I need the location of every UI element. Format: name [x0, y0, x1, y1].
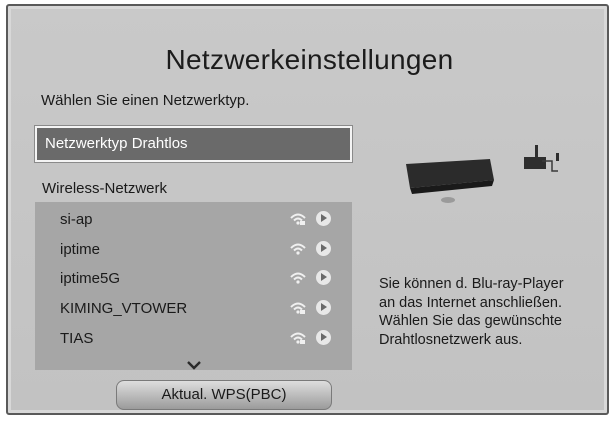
network-item-kiming-vtower[interactable]: KIMING_VTOWER: [35, 297, 352, 323]
connect-arrow-icon[interactable]: [316, 241, 331, 256]
info-line: Sie können d. Blu-ray-Player: [379, 276, 564, 292]
dialog-title: Netzwerkeinstellungen: [165, 44, 454, 75]
wifi-icon: [290, 272, 306, 284]
info-line: Drahtlosnetzwerk aus.: [379, 331, 523, 348]
router-icon: [524, 145, 559, 172]
info-text: Sie können d. Blu-ray-Player an das Inte…: [379, 275, 615, 349]
connect-arrow-icon[interactable]: [316, 330, 331, 345]
network-settings-dialog: Netzwerkeinstellungen Wählen Sie einen N…: [6, 4, 609, 415]
wifi-locked-icon: [290, 332, 306, 344]
wifi-locked-icon: [290, 213, 306, 225]
connect-arrow-icon[interactable]: [316, 211, 331, 226]
network-name: KIMING_VTOWER: [60, 300, 188, 317]
blu-ray-player-icon: [406, 159, 494, 203]
network-item-iptime[interactable]: iptime: [35, 238, 352, 264]
network-name: TIAS: [60, 330, 94, 347]
network-type-selector[interactable]: Netzwerktyp Drahtlos: [34, 125, 353, 163]
wps-pbc-button[interactable]: Aktual. WPS(PBC): [116, 380, 332, 410]
dialog-subtitle: Wählen Sie einen Netzwerktyp.: [41, 92, 250, 109]
wireless-network-list[interactable]: si-ap iptime iptime5G KIMING_VTOWER TIAS: [35, 202, 352, 370]
network-item-iptime5g[interactable]: iptime5G: [35, 267, 352, 293]
network-item-tias[interactable]: TIAS: [35, 327, 352, 353]
network-item-si-ap[interactable]: si-ap: [35, 208, 352, 234]
info-line: Wählen Sie das gewünschte: [379, 313, 562, 329]
connect-arrow-icon[interactable]: [316, 300, 331, 315]
wifi-icon: [290, 243, 306, 255]
info-line: an das Internet anschließen.: [379, 294, 562, 311]
wireless-network-label: Wireless-Netzwerk: [42, 180, 168, 197]
chevron-down-icon[interactable]: [186, 360, 202, 370]
network-name: si-ap: [60, 211, 93, 228]
network-name: iptime: [60, 241, 101, 258]
wifi-locked-icon: [290, 302, 306, 314]
network-name: iptime5G: [60, 270, 121, 287]
connect-arrow-icon[interactable]: [316, 270, 331, 285]
